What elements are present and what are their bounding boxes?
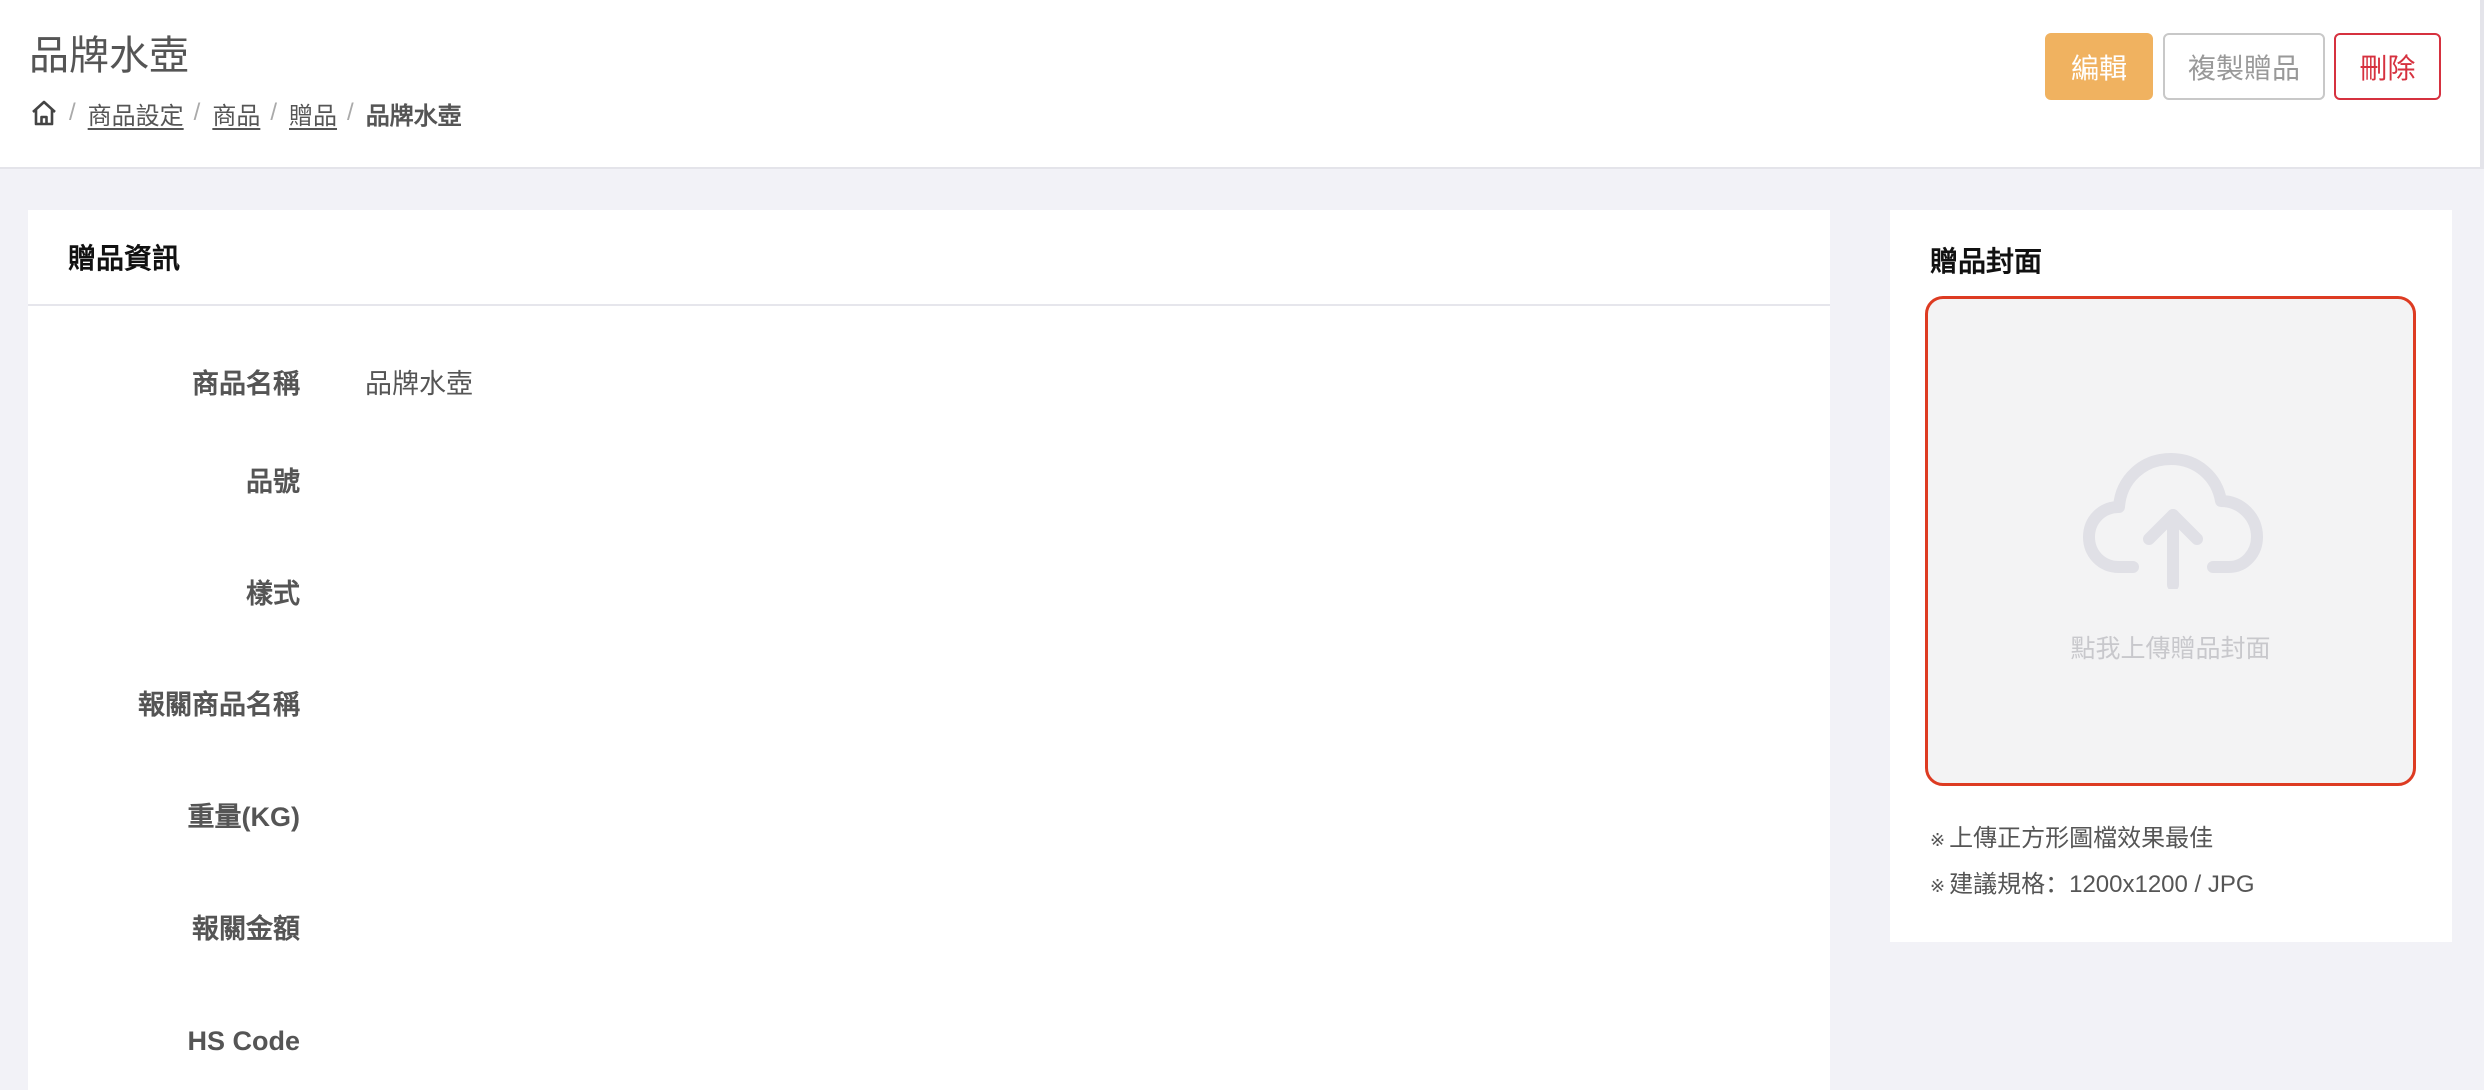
field-row-customs-amount: 報關金額 (28, 899, 1830, 959)
field-label: HS Code (187, 1026, 300, 1056)
cloud-upload-icon (2083, 449, 2263, 591)
delete-button[interactable]: 刪除 (2334, 33, 2441, 100)
gift-cover-panel: 贈品封面 點我上傳贈品封面 ※ 上傳正方形圖檔效果最佳 ※ 建議規格：1200x12… (1890, 210, 2452, 942)
page-header: 品牌水壺 / 商品設定 / 商品 / 贈品 / 品牌水壺 編輯 複製贈品 刪除 (0, 0, 2484, 169)
note-text: 建議規格：1200x1200 / JPG (1949, 871, 2255, 898)
field-label: 品號 (246, 467, 300, 497)
gift-info-title: 贈品資訊 (28, 210, 1830, 306)
breadcrumb-link-gifts[interactable]: 贈品 (289, 96, 337, 131)
breadcrumb-current: 品牌水壺 (365, 102, 462, 130)
cover-note: ※ 建議規格：1200x1200 / JPG (1930, 864, 2255, 899)
breadcrumb-link-product-settings[interactable]: 商品設定 (88, 96, 184, 131)
note-mark: ※ (1930, 830, 1946, 850)
cover-upload-area[interactable]: 點我上傳贈品封面 (1925, 296, 2416, 786)
field-label: 樣式 (246, 579, 300, 609)
breadcrumb-separator: / (193, 99, 201, 126)
field-label: 報關金額 (192, 914, 300, 944)
field-row-product-name: 商品名稱 品牌水壺 (28, 354, 1830, 414)
upload-prompt: 點我上傳贈品封面 (2070, 635, 2271, 663)
field-label: 重量(KG) (187, 802, 300, 832)
breadcrumb: / 商品設定 / 商品 / 贈品 / 品牌水壺 (29, 93, 462, 133)
gift-cover-title: 贈品封面 (1930, 246, 2043, 277)
field-value: 品牌水壺 (365, 369, 473, 399)
gift-info-panel: 贈品資訊 商品名稱 品牌水壺 品號 樣式 報關商品名稱 重量(KG) 報關金額 … (28, 210, 1830, 1090)
cover-note: ※ 上傳正方形圖檔效果最佳 (1930, 818, 2213, 853)
field-label: 報關商品名稱 (138, 690, 300, 720)
breadcrumb-separator: / (69, 99, 76, 126)
field-row-item-number: 品號 (28, 452, 1830, 512)
field-row-weight: 重量(KG) (28, 787, 1830, 847)
field-row-hs-code: HS Code (28, 1011, 1830, 1071)
field-row-customs-name: 報關商品名稱 (28, 675, 1830, 735)
field-row-style: 樣式 (28, 564, 1830, 624)
breadcrumb-link-products[interactable]: 商品 (212, 96, 260, 131)
field-label: 商品名稱 (192, 369, 300, 399)
home-icon[interactable] (29, 98, 59, 128)
breadcrumb-separator: / (347, 99, 354, 126)
note-mark: ※ (1930, 876, 1946, 896)
copy-gift-button[interactable]: 複製贈品 (2163, 33, 2325, 100)
breadcrumb-separator: / (270, 99, 278, 126)
page-title: 品牌水壺 (29, 34, 189, 78)
edit-button[interactable]: 編輯 (2045, 33, 2153, 100)
note-text: 上傳正方形圖檔效果最佳 (1949, 825, 2214, 852)
